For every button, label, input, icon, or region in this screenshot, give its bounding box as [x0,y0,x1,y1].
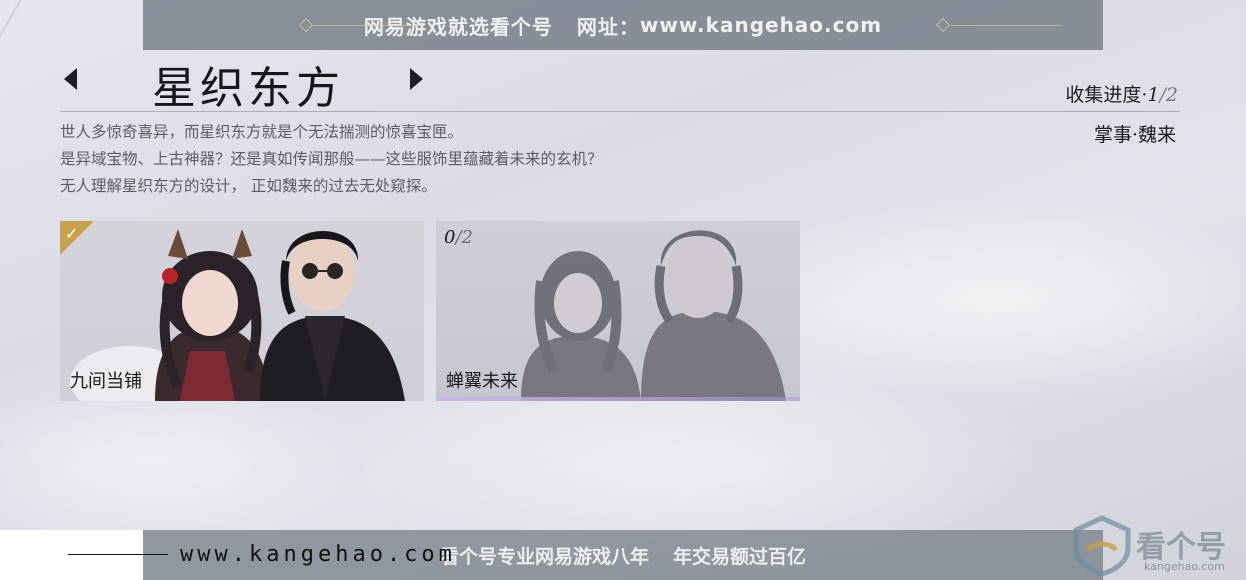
check-icon: ✓ [65,224,79,243]
prev-set-arrow-icon[interactable] [64,68,77,90]
corner-decoration [0,0,82,40]
header-divider [60,111,1180,112]
bottom-url-text: www.kangehao.com [180,542,456,567]
kangehao-logo: 看个号 kangehao.com [1070,514,1240,577]
outfit-count: 0/2 [444,227,473,248]
shield-logo-icon [1073,515,1131,577]
top-watermark-banner: 网易游戏就选看个号 网址： www.kangehao.com [143,0,1103,50]
progress-total: 2 [1165,84,1178,106]
outfit-name: 蝉翼未来 [446,371,518,392]
progress-label: 收集进度· [1065,84,1148,106]
description-line-1: 世人多惊奇喜异，而星织东方就是个无法揣测的惊喜宝匣。 [60,123,464,141]
set-author: 掌事·魏来 [1093,124,1176,146]
outfit-name: 九间当铺 [70,371,142,392]
outfit-card-chanyi[interactable]: 0/2 蝉翼未来 [436,221,800,401]
top-watermark-url: www.kangehao.com [639,13,883,37]
card-glow [436,397,800,401]
description-line-2: 是异域宝物、上古神器？还是真如传闻那般——这些服饰里蕴藏着未来的玄机？ [60,150,603,168]
count-total: 2 [461,227,473,248]
banner-diamond-right [935,17,951,33]
collection-progress: 收集进度·1/2 [1065,80,1178,107]
logo-subtext: kangehao.com [1144,560,1225,573]
banner-diamond-left [298,17,314,33]
bottom-watermark-text-2: 年交易额过百亿 [673,545,807,568]
url-line [68,554,168,555]
banner-line-right [951,25,1061,26]
bottom-watermark-text: 看个号专业网易游戏八年 [439,545,649,568]
count-current: 0 [444,227,456,248]
outfit-card-jiujian[interactable]: ✓ 九间当铺 [60,221,424,401]
set-description: 世人多惊奇喜异，而星织东方就是个无法揣测的惊喜宝匣。 是异域宝物、上古神器？还是… [60,119,603,200]
bottom-url: www.kangehao.com [68,542,456,567]
description-line-3: 无人理解星织东方的设计， 正如魏来的过去无处窥探。 [60,177,437,195]
set-title: 星织东方 [152,63,344,114]
banner-line-left [313,25,423,26]
top-watermark-url-label: 网址： [576,14,640,39]
next-set-arrow-icon[interactable] [410,68,423,90]
progress-current: 1 [1147,84,1160,106]
